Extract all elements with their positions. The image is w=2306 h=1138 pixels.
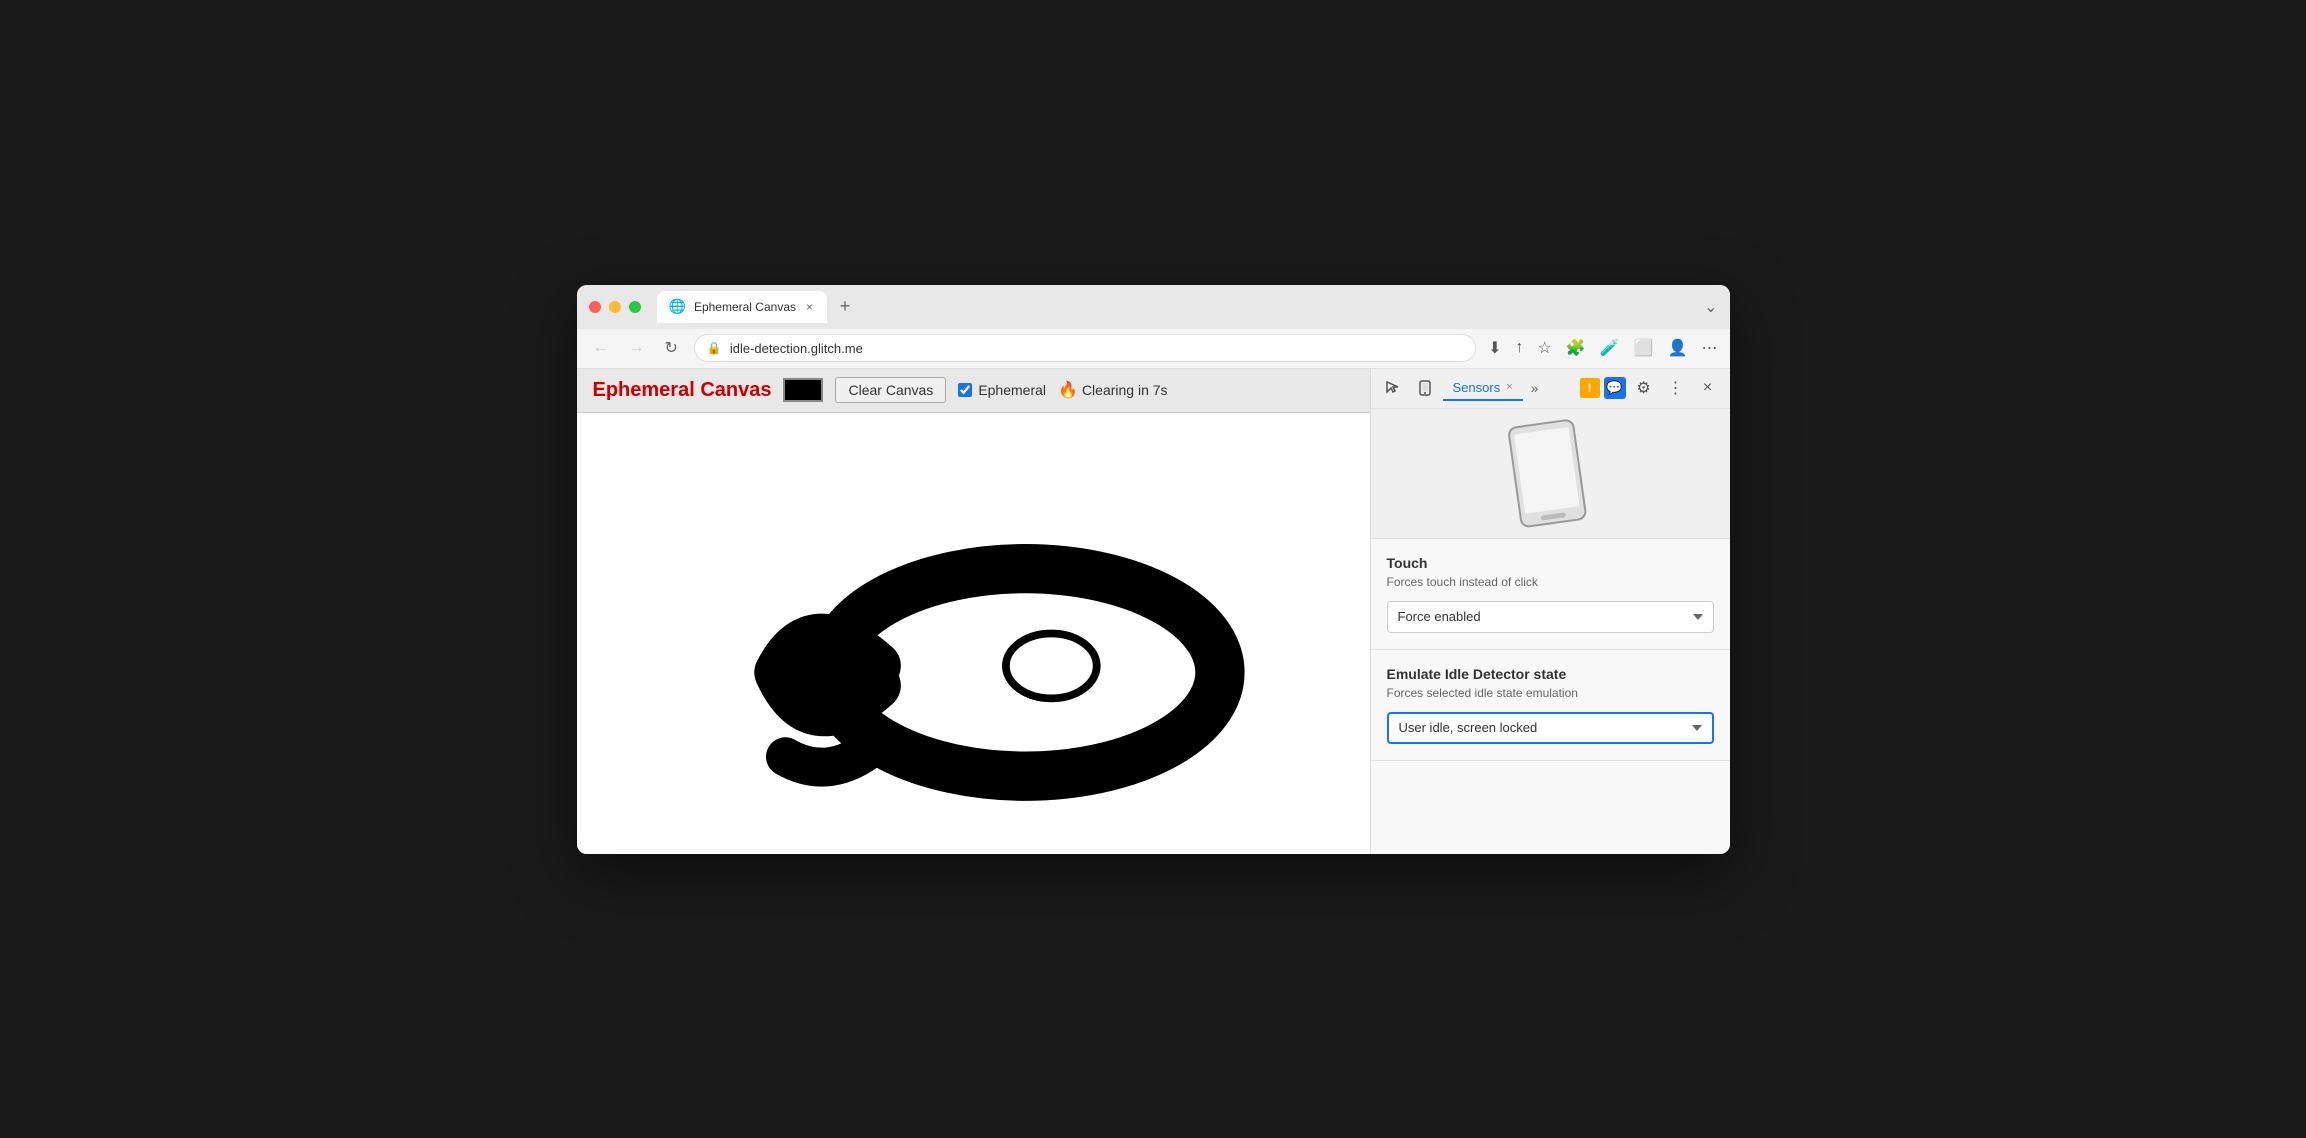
tab-title: Ephemeral Canvas [694,300,796,314]
address-bar: ← → ↻ 🔒 idle-detection.glitch.me ⬇ ↑ ☆ 🧩… [577,329,1730,369]
sensors-tab-label: Sensors [1453,380,1501,395]
share-icon[interactable]: ↑ [1515,339,1523,357]
new-tab-button[interactable]: + [831,293,859,321]
touch-select[interactable]: No override Force enabled Force disabled [1387,601,1714,633]
page-title: Ephemeral Canvas [593,379,772,402]
main-content: Ephemeral Canvas Clear Canvas Ephemeral … [577,369,1730,854]
sensors-tab[interactable]: Sensors × [1443,376,1523,401]
download-icon[interactable]: ⬇ [1488,338,1501,358]
tab-bar: 🌐 Ephemeral Canvas × + [657,291,1697,323]
phone-image [1505,418,1595,528]
maximize-button[interactable] [629,301,641,313]
idle-section: Emulate Idle Detector state Forces selec… [1371,650,1730,761]
webpage-header: Ephemeral Canvas Clear Canvas Ephemeral … [577,369,1370,413]
flask-icon[interactable]: 🧪 [1600,338,1620,358]
close-devtools-btn[interactable]: × [1694,374,1722,402]
title-bar: 🌐 Ephemeral Canvas × + ⌄ [577,285,1730,329]
address-icons: ⬇ ↑ ☆ 🧩 🧪 ⬜ 👤 ⋯ [1488,338,1717,358]
minimize-button[interactable] [609,301,621,313]
reload-button[interactable]: ↻ [661,334,682,362]
more-options-btn[interactable]: ⋮ [1662,374,1690,402]
color-swatch[interactable] [783,378,823,402]
clearing-badge: 🔥 Clearing in 7s [1058,380,1168,400]
ephemeral-checkbox[interactable] [958,383,972,397]
profile-icon[interactable]: 👤 [1668,338,1688,358]
chat-icon[interactable]: 💬 [1604,377,1626,399]
active-tab[interactable]: 🌐 Ephemeral Canvas × [657,291,828,323]
ephemeral-control: Ephemeral [958,382,1046,398]
devtools-header: Sensors × » ! 💬 ⚙ ⋮ × [1371,369,1730,409]
url-text: idle-detection.glitch.me [730,341,863,356]
idle-subtitle: Forces selected idle state emulation [1387,686,1714,700]
settings-icon-btn[interactable]: ⚙ [1630,374,1658,402]
split-icon[interactable]: ⬜ [1634,338,1654,358]
more-icon[interactable]: ⋯ [1702,338,1718,358]
tab-close-icon[interactable]: × [804,298,815,316]
idle-select[interactable]: No idle emulation User active, screen un… [1387,712,1714,744]
warning-icon[interactable]: ! [1580,378,1600,398]
fire-icon: 🔥 [1058,380,1078,400]
back-button[interactable]: ← [589,335,613,361]
devtools-panel: Sensors × » ! 💬 ⚙ ⋮ × [1370,369,1730,854]
traffic-lights [589,301,641,313]
inspect-icon-btn[interactable] [1379,374,1407,402]
drawing-svg [577,413,1370,854]
lock-icon: 🔒 [707,341,722,355]
ephemeral-label: Ephemeral [978,382,1046,398]
extensions-icon[interactable]: 🧩 [1566,338,1586,358]
canvas-area[interactable] [577,413,1370,854]
browser-window: 🌐 Ephemeral Canvas × + ⌄ ← → ↻ 🔒 idle-de… [577,285,1730,854]
touch-subtitle: Forces touch instead of click [1387,575,1714,589]
sensors-tab-close[interactable]: × [1506,381,1512,393]
more-tabs-chevron[interactable]: » [1531,380,1539,396]
window-chevron[interactable]: ⌄ [1704,297,1717,317]
tab-favicon: 🌐 [669,298,686,315]
idle-title: Emulate Idle Detector state [1387,666,1714,682]
clear-canvas-button[interactable]: Clear Canvas [835,377,946,403]
devtools-actions: ! 💬 ⚙ ⋮ × [1580,374,1722,402]
address-input[interactable]: 🔒 idle-detection.glitch.me [694,334,1476,362]
close-button[interactable] [589,301,601,313]
device-icon-btn[interactable] [1411,374,1439,402]
touch-title: Touch [1387,555,1714,571]
forward-button[interactable]: → [625,335,649,361]
devtools-body: Touch Forces touch instead of click No o… [1371,409,1730,854]
clearing-text: Clearing in 7s [1082,382,1168,398]
webpage: Ephemeral Canvas Clear Canvas Ephemeral … [577,369,1370,854]
star-icon[interactable]: ☆ [1537,338,1551,358]
phone-preview [1371,409,1730,539]
touch-section: Touch Forces touch instead of click No o… [1371,539,1730,650]
